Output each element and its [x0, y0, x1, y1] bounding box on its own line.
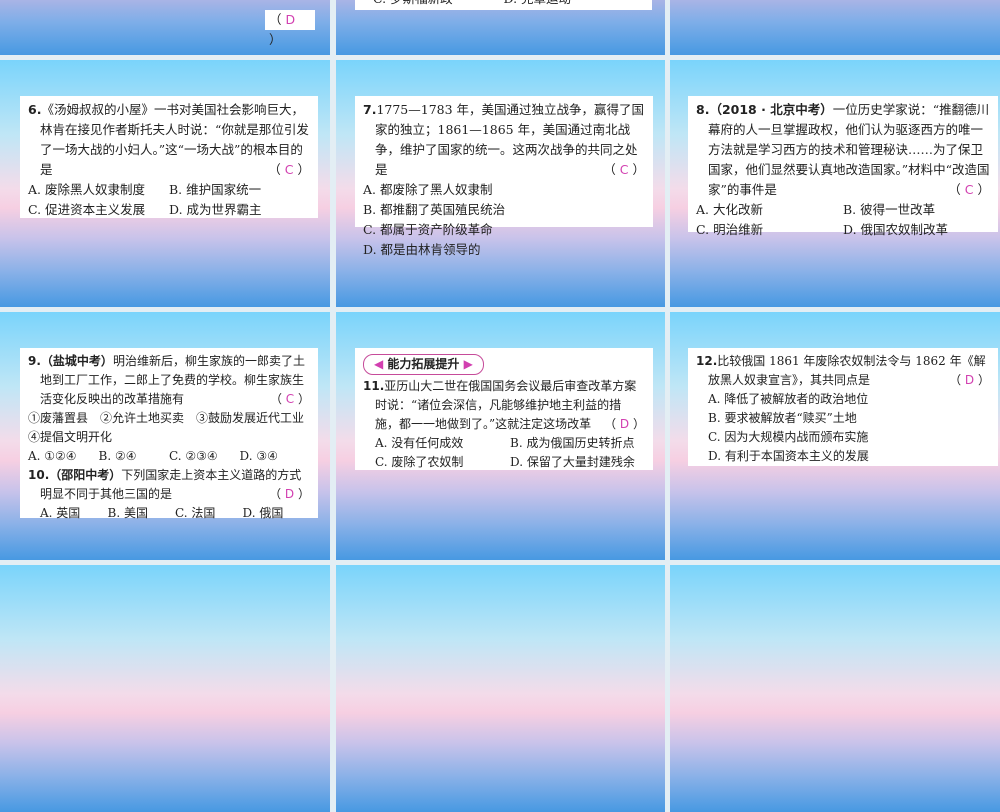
question-12: 12.比较俄国 1861 年废除农奴制法令与 1862 年《解放黑人奴隶宣言》，… [688, 348, 998, 466]
slide-q8: 8.（2018 · 北京中考）一位历史学家说：“推翻德川幕府的人一旦掌握政权，他… [670, 60, 1000, 307]
slide-bottom-middle [336, 565, 665, 812]
option: D. 成为世界霸主 [169, 202, 262, 217]
question-text: 比较俄国 1861 年废除农奴制法令与 1862 年《解放黑人奴隶宣言》，其共同… [708, 354, 986, 387]
question-source: （邵阳中考） [49, 468, 122, 482]
answer-box: （ D ） [265, 10, 315, 47]
question-8: 8.（2018 · 北京中考）一位历史学家说：“推翻德川幕府的人一旦掌握政权，他… [688, 96, 998, 237]
answer-bracket: （ C ） [603, 162, 645, 177]
option: B. ②④ [98, 449, 137, 463]
answer-bracket: （ C ） [268, 162, 310, 177]
option: B. 维护国家统一 [169, 182, 262, 197]
options-box: C. 罗斯福新政D. 宪章运动 [355, 0, 652, 10]
option: C. 因为大规模内战而颁布实施 [708, 430, 869, 444]
slide-top-middle: C. 罗斯福新政D. 宪章运动 [336, 0, 665, 55]
section-banner-label: 能力拓展提升 [387, 357, 460, 371]
question-11: ◀ 能力拓展提升 ▶ 11.亚历山大二世在俄国国务会议最后审查改革方案时说：“诸… [355, 348, 653, 470]
section-banner: ◀ 能力拓展提升 ▶ [363, 354, 484, 375]
slide-bottom-right [670, 565, 1000, 812]
question-number: 9. [28, 354, 41, 368]
option: C. 废除了农奴制 [375, 455, 464, 469]
slide-q7: 7.1775—1783 年，美国通过独立战争，赢得了国家的独立；1861—186… [336, 60, 665, 307]
option: A. 都废除了黑人奴隶制 [363, 182, 493, 197]
answer: D [285, 12, 296, 27]
question-source: （盐城中考） [40, 354, 113, 368]
option: C. 促进资本主义发展 [28, 202, 146, 217]
answer-bracket: （ C ） [269, 392, 310, 406]
question-6: 6.《汤姆叔叔的小屋》一书对美国社会影响巨大，林肯在接见作者斯托夫人时说：“你就… [20, 96, 318, 218]
slide-q11: ◀ 能力拓展提升 ▶ 11.亚历山大二世在俄国国务会议最后审查改革方案时说：“诸… [336, 312, 665, 560]
arrow-right-icon: ▶ [463, 357, 473, 371]
option: D. ③④ [239, 449, 278, 463]
arrow-left-icon: ◀ [374, 357, 384, 371]
answer: C [964, 182, 974, 197]
slide-top-left: （ D ） [0, 0, 330, 55]
question-number: 7. [363, 102, 377, 117]
option: C. 都属于资产阶级革命 [363, 222, 493, 237]
question-number: 11. [363, 379, 385, 393]
answer: C [619, 162, 629, 177]
option: B. 要求被解放者“赎买”土地 [708, 411, 857, 425]
question-text: 亚历山大二世在俄国国务会议最后审查改革方案时说：“诸位会深信，凡能够维护地主利益… [375, 379, 637, 431]
question-source: （2018 · 北京中考） [709, 102, 833, 117]
slide-top-right [670, 0, 1000, 55]
option: D. 宪章运动 [504, 0, 635, 8]
option: D. 保留了大量封建残余 [510, 455, 635, 469]
slide-q9-q10: 9.（盐城中考）明治维新后，柳生家族的一郎卖了土地到工厂工作，二郎上了免费的学校… [0, 312, 330, 560]
answer: C [285, 392, 295, 406]
option: D. 都是由林肯领导的 [363, 242, 481, 257]
question-number: 6. [28, 102, 42, 117]
option: A. ①②④ [28, 449, 77, 463]
question-number: 10. [28, 468, 50, 482]
answer-bracket: （ D ） [604, 417, 645, 431]
answer-bracket: （ D ） [949, 373, 990, 387]
option: D. 有利于本国资本主义的发展 [708, 449, 869, 463]
question-7: 7.1775—1783 年，美国通过独立战争，赢得了国家的独立；1861—186… [355, 96, 653, 257]
question-9-10: 9.（盐城中考）明治维新后，柳生家族的一郎卖了土地到工厂工作，二郎上了免费的学校… [20, 348, 318, 520]
option: C. 罗斯福新政 [373, 0, 504, 8]
option: C. ②③④ [169, 449, 218, 463]
question-items: ①废藩置县 ②允许土地买卖 ③鼓励发展近代工业 ④提倡文明开化 [28, 411, 317, 444]
option: D. 俄国 [242, 506, 284, 520]
option: B. 彼得一世改革 [843, 202, 936, 217]
answer: D [964, 373, 975, 387]
option: B. 美国 [107, 506, 148, 520]
option: B. 都推翻了英国殖民统治 [363, 202, 506, 217]
option: C. 明治维新 [696, 222, 764, 237]
answer-bracket: （ C ） [948, 182, 990, 197]
option: A. 没有任何成效 [375, 436, 464, 450]
answer: D [284, 487, 295, 501]
option: A. 废除黑人奴隶制度 [28, 182, 145, 197]
answer-bracket: （ D ） [269, 487, 310, 501]
option: D. 俄国农奴制改革 [843, 222, 949, 237]
option: A. 大化改新 [696, 202, 763, 217]
question-number: 8. [696, 102, 710, 117]
option: A. 英国 [40, 506, 81, 520]
option: A. 降低了被解放者的政治地位 [708, 392, 869, 406]
option: B. 成为俄国历史转折点 [510, 436, 635, 450]
slide-q12: 12.比较俄国 1861 年废除农奴制法令与 1862 年《解放黑人奴隶宣言》，… [670, 312, 1000, 560]
slide-bottom-left [0, 565, 330, 812]
answer: C [284, 162, 294, 177]
question-number: 12. [696, 354, 718, 368]
option: C. 法国 [175, 506, 216, 520]
answer: D [619, 417, 630, 431]
slide-q6: 6.《汤姆叔叔的小屋》一书对美国社会影响巨大，林肯在接见作者斯托夫人时说：“你就… [0, 60, 330, 307]
